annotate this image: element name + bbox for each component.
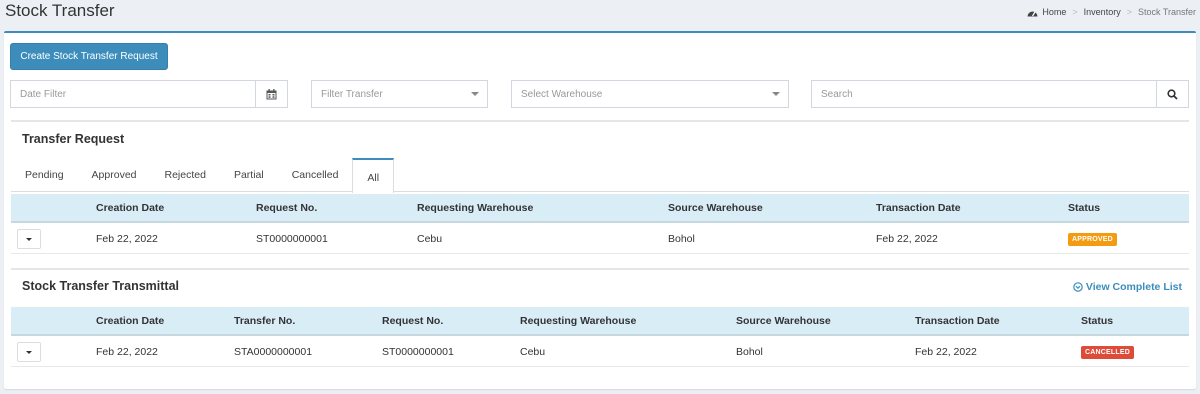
search-input[interactable]: Search [811, 80, 1189, 108]
calendar-icon[interactable] [255, 81, 287, 107]
column-header: Request No. [382, 315, 444, 327]
requesting-warehouse: Cebu [417, 233, 443, 245]
section-divider [11, 120, 1189, 122]
caret-down-icon [26, 350, 32, 354]
breadcrumb-current: Stock Transfer [1137, 7, 1196, 17]
expand-row-button[interactable] [17, 342, 41, 362]
transfer-request-title: Transfer Request [22, 132, 125, 146]
request-no: ST0000000001 [256, 233, 328, 245]
view-complete-list-link[interactable]: View Complete List [1073, 281, 1182, 293]
column-header: Source Warehouse [736, 315, 831, 327]
arrow-circle-down-icon [1073, 282, 1083, 292]
transfer-no: STA0000000001 [234, 346, 313, 358]
breadcrumb-separator: > [1072, 7, 1078, 17]
view-complete-list-label: View Complete List [1085, 281, 1182, 293]
warehouse-placeholder: Select Warehouse [521, 88, 603, 100]
date-filter-input[interactable]: Date Filter [10, 80, 288, 108]
breadcrumb-separator: > [1126, 7, 1132, 17]
tab-pending[interactable]: Pending [11, 158, 78, 192]
request-no: ST0000000001 [382, 346, 454, 358]
column-header: Status [1081, 315, 1114, 327]
transmittal-table-header: Creation Date Transfer No. Request No. R… [11, 307, 1189, 336]
breadcrumb-home[interactable]: Home [1042, 7, 1066, 17]
date-filter-placeholder: Date Filter [20, 88, 67, 100]
transaction-date: Feb 22, 2022 [876, 233, 938, 245]
column-header: Source Warehouse [668, 202, 763, 214]
caret-down-icon [26, 237, 32, 241]
chevron-down-icon [772, 92, 780, 96]
status-badge: CANCELLED [1081, 346, 1134, 359]
transaction-date: Feb 22, 2022 [915, 346, 977, 358]
column-header: Transfer No. [234, 315, 296, 327]
page-title: Stock Transfer [5, 1, 115, 20]
tab-all[interactable]: All [352, 158, 395, 193]
dashboard-icon [1027, 8, 1038, 17]
transmittal-title: Stock Transfer Transmittal [22, 279, 180, 293]
source-warehouse: Bohol [736, 346, 763, 358]
filter-transfer-select[interactable]: Filter Transfer [311, 80, 488, 108]
request-table-header: Creation Date Request No. Requesting War… [11, 194, 1189, 223]
breadcrumb-inventory[interactable]: Inventory [1084, 7, 1121, 17]
tab-cancelled[interactable]: Cancelled [278, 158, 353, 192]
column-header: Creation Date [96, 202, 165, 214]
tab-partial[interactable]: Partial [220, 158, 278, 192]
breadcrumb: Home > Inventory > Stock Transfer [1027, 7, 1196, 17]
column-header: Creation Date [96, 315, 165, 327]
creation-date: Feb 22, 2022 [96, 346, 158, 358]
chevron-down-icon [471, 92, 479, 96]
expand-row-button[interactable] [17, 229, 41, 249]
tab-rejected[interactable]: Rejected [151, 158, 220, 192]
column-header: Requesting Warehouse [520, 315, 637, 327]
creation-date: Feb 22, 2022 [96, 233, 158, 245]
column-header: Requesting Warehouse [417, 202, 534, 214]
column-header: Status [1068, 202, 1101, 214]
status-badge: APPROVED [1068, 233, 1117, 246]
section-divider [11, 268, 1189, 270]
filter-transfer-placeholder: Filter Transfer [321, 88, 383, 100]
requesting-warehouse: Cebu [520, 346, 546, 358]
column-header: Transaction Date [915, 315, 1000, 327]
main-panel: Create Stock Transfer Request Date Filte… [4, 31, 1196, 389]
create-stock-transfer-button[interactable]: Create Stock Transfer Request [10, 43, 168, 70]
search-placeholder: Search [821, 88, 853, 100]
source-warehouse: Bohol [668, 233, 695, 245]
table-row: Feb 22, 2022 STA0000000001 ST0000000001 … [11, 337, 1189, 367]
column-header: Transaction Date [876, 202, 961, 214]
warehouse-select[interactable]: Select Warehouse [511, 80, 789, 108]
search-icon[interactable] [1156, 81, 1188, 107]
column-header: Request No. [256, 202, 318, 214]
status-tabs: Pending Approved Rejected Partial Cancel… [11, 158, 1189, 193]
tab-approved[interactable]: Approved [78, 158, 151, 192]
table-row: Feb 22, 2022 ST0000000001 Cebu Bohol Feb… [11, 224, 1189, 254]
